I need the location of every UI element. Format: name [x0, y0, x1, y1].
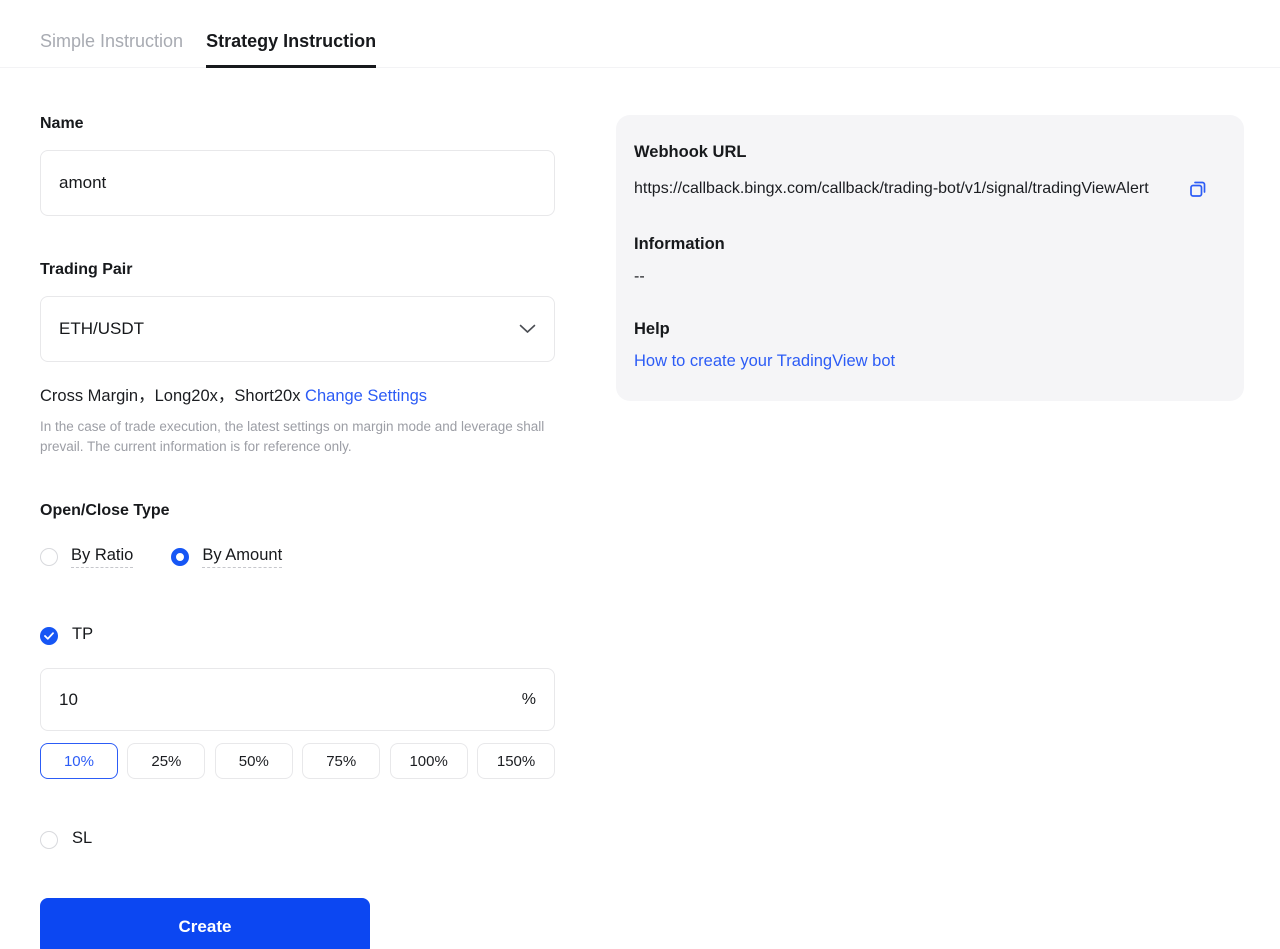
sl-circle-unchecked-icon — [40, 831, 58, 849]
name-label: Name — [40, 115, 555, 133]
name-field-wrap — [40, 150, 555, 216]
webhook-url-text: https://callback.bingx.com/callback/trad… — [634, 175, 1180, 202]
trading-pair-select[interactable]: ETH/USDT — [40, 296, 555, 362]
trading-pair-value: ETH/USDT — [59, 319, 144, 339]
radio-circle-unchecked-icon — [40, 548, 58, 566]
main-content: Name Trading Pair ETH/USDT Cross Margin，… — [0, 115, 1280, 949]
strategy-form: Name Trading Pair ETH/USDT Cross Margin，… — [40, 115, 555, 949]
tab-simple-instruction[interactable]: Simple Instruction — [40, 31, 183, 67]
radio-by-amount-label: By Amount — [202, 546, 282, 569]
percent-preset-25[interactable]: 25% — [127, 743, 205, 779]
checkmark-circle-icon — [40, 627, 58, 645]
info-card: Webhook URL https://callback.bingx.com/c… — [616, 115, 1244, 401]
sl-label: SL — [72, 829, 92, 851]
help-title: Help — [634, 320, 1220, 339]
tp-label: TP — [72, 625, 93, 647]
information-value: -- — [634, 268, 1220, 286]
tp-checkbox-row[interactable]: TP — [40, 625, 555, 647]
percent-unit-label: % — [522, 691, 536, 709]
chevron-down-icon — [519, 319, 536, 339]
information-title: Information — [634, 235, 1220, 254]
sl-checkbox-row[interactable]: SL — [40, 829, 555, 851]
radio-by-ratio-label: By Ratio — [71, 546, 133, 569]
trading-pair-label: Trading Pair — [40, 261, 555, 279]
margin-summary-row: Cross Margin，Long20x，Short20x Change Set… — [40, 382, 555, 406]
margin-note: In the case of trade execution, the late… — [40, 417, 546, 458]
percent-preset-150[interactable]: 150% — [477, 743, 555, 779]
webhook-url-row: https://callback.bingx.com/callback/trad… — [634, 175, 1220, 204]
copy-icon[interactable] — [1188, 179, 1208, 204]
open-close-type-label: Open/Close Type — [40, 502, 555, 520]
radio-by-amount[interactable]: By Amount — [171, 546, 282, 569]
percent-preset-75[interactable]: 75% — [302, 743, 380, 779]
change-settings-link[interactable]: Change Settings — [305, 387, 427, 405]
tp-value-field-wrap: % — [40, 668, 555, 731]
create-button[interactable]: Create — [40, 898, 370, 949]
radio-by-ratio[interactable]: By Ratio — [40, 546, 133, 569]
help-link[interactable]: How to create your TradingView bot — [634, 352, 895, 371]
open-close-radio-group: By Ratio By Amount — [40, 546, 555, 569]
percent-preset-10[interactable]: 10% — [40, 743, 118, 779]
tab-strategy-instruction[interactable]: Strategy Instruction — [206, 31, 376, 68]
radio-circle-checked-icon — [171, 548, 189, 566]
margin-summary-text: Cross Margin，Long20x，Short20x — [40, 387, 305, 405]
percent-preset-50[interactable]: 50% — [215, 743, 293, 779]
tp-value-input[interactable] — [59, 690, 522, 710]
tab-bar: Simple Instruction Strategy Instruction — [0, 31, 1280, 68]
percent-preset-100[interactable]: 100% — [390, 743, 468, 779]
percent-preset-group: 10% 25% 50% 75% 100% 150% — [40, 743, 555, 779]
webhook-url-title: Webhook URL — [634, 143, 1220, 162]
name-input[interactable] — [59, 173, 536, 193]
